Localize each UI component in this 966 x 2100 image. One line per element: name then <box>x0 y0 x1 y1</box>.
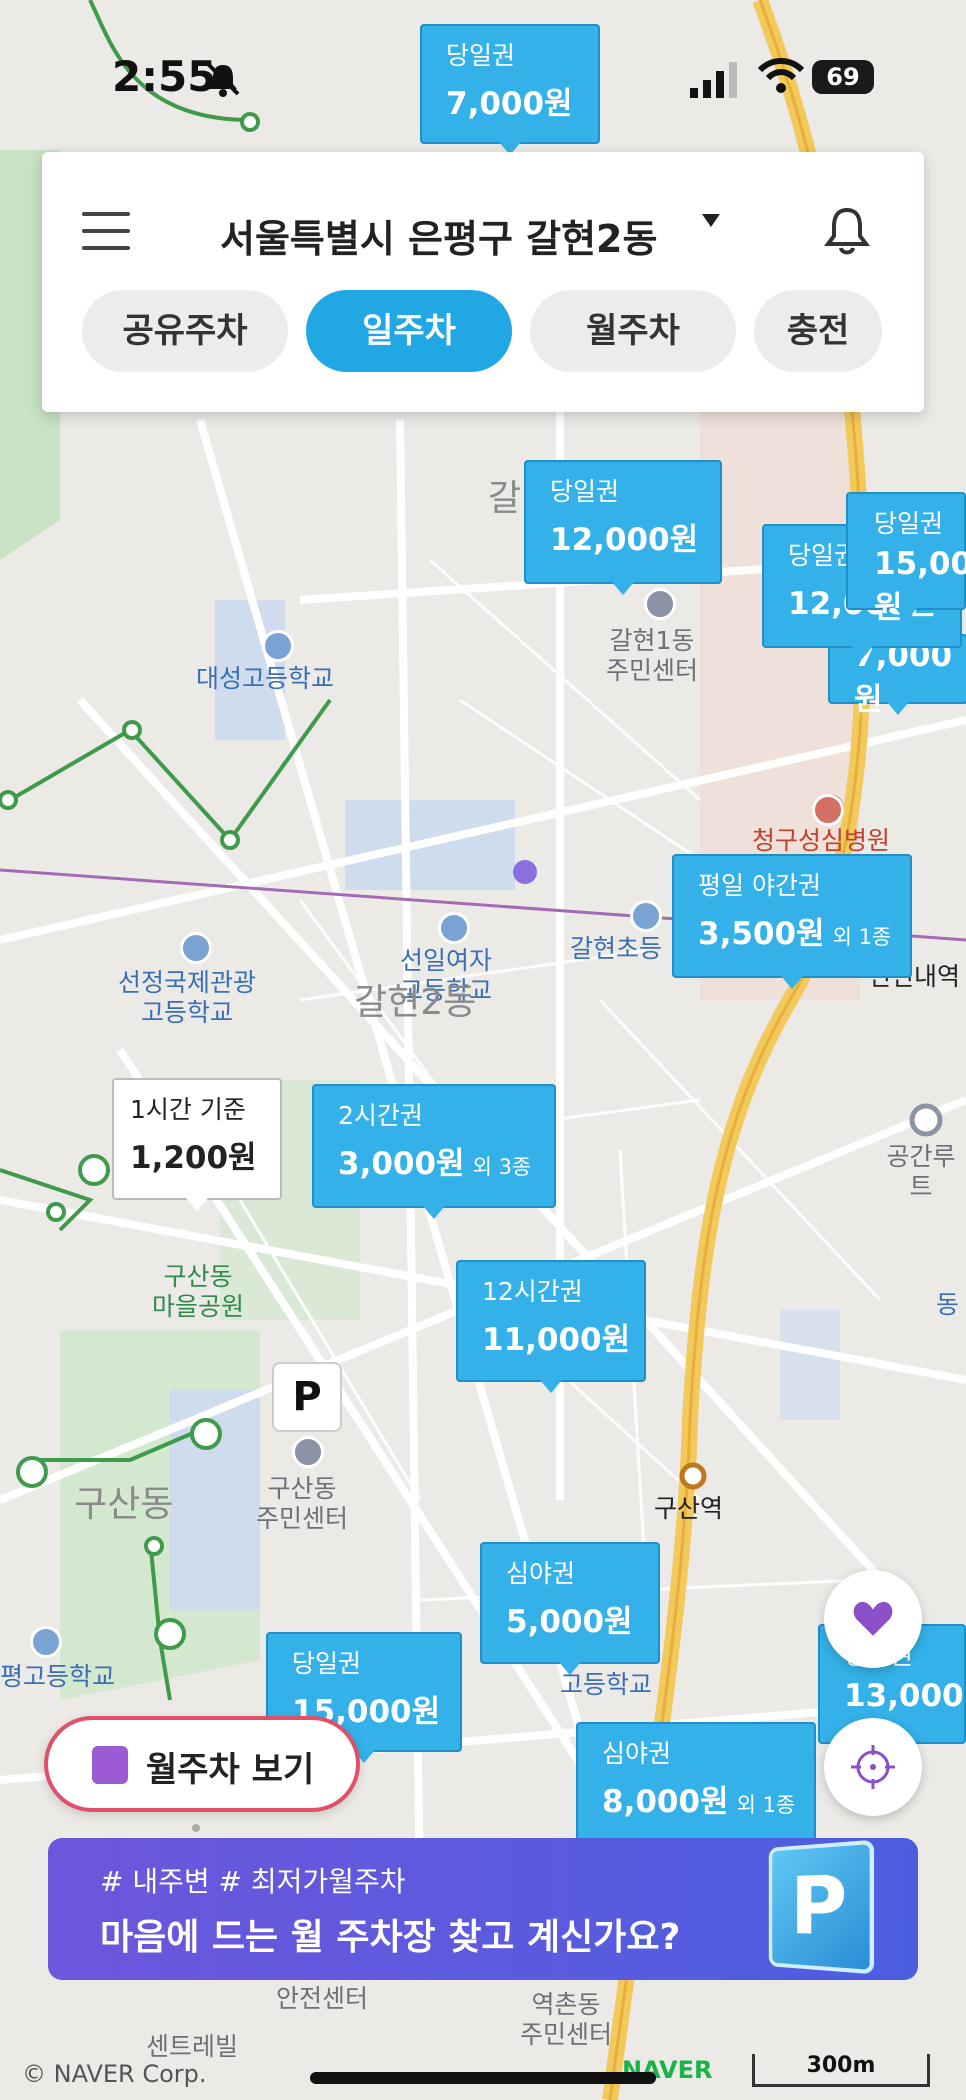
price-marker[interactable]: 12시간권 11,000원 <box>456 1260 646 1393</box>
school-icon <box>30 1626 62 1658</box>
price-marker[interactable]: 1시간 기준 1,200원 <box>112 1078 282 1211</box>
marker-price: 15,000원 <box>874 546 966 626</box>
price-marker[interactable]: 2시간권 3,000원 외 3종 <box>312 1084 556 1219</box>
map-label-yeokchon-center: 역촌동 주민센터 <box>520 1990 613 2049</box>
location-target-icon <box>851 1745 895 1789</box>
bell-off-icon <box>206 62 240 97</box>
marker-title: 당일권 <box>550 477 620 506</box>
map-label-galhyeon2: 갈현2동 <box>354 982 477 1023</box>
map-label-gusan-park: 구산동 마을공원 <box>152 1262 245 1321</box>
school-icon <box>180 932 212 964</box>
hospital-icon <box>812 794 844 826</box>
marker-price: 12,000원 <box>550 522 699 558</box>
map-label-daeseong: 대성고등학교 <box>196 664 335 693</box>
marker-title: 1시간 기준 <box>130 1095 246 1124</box>
school-icon <box>262 630 294 662</box>
tab-monthly-parking[interactable]: 월주차 <box>530 290 736 372</box>
marker-price: 11,000원 <box>482 1322 631 1358</box>
map-label-central: 센트레빌 <box>146 2032 239 2061</box>
marker-title: 심야권 <box>602 1739 672 1768</box>
marker-title: 2시간권 <box>338 1101 423 1130</box>
banner-headline: 마음에 드는 월 주차장 찾고 계신가요? <box>100 1917 681 1958</box>
school-icon <box>438 912 470 944</box>
map-label-dong-right: 동 <box>936 1290 960 1319</box>
map-label-galhyeon1-center: 갈현1동 주민센터 <box>606 626 699 685</box>
wifi-icon <box>758 58 804 93</box>
marker-price: 7,000원 <box>446 86 573 122</box>
tab-shared-parking[interactable]: 공유주차 <box>82 290 288 372</box>
price-marker[interactable]: 심야권 8,000원 외 1종 <box>576 1722 816 1855</box>
calendar-icon <box>92 1746 128 1784</box>
map-label-gusan-center: 구산동 주민센터 <box>256 1474 349 1533</box>
marker-title: 12시간권 <box>482 1277 583 1306</box>
battery-indicator: 69 <box>812 60 874 94</box>
community-center-icon <box>292 1436 324 1468</box>
menu-icon[interactable] <box>82 212 130 250</box>
price-marker[interactable]: 심야권 5,000원 <box>480 1542 660 1675</box>
price-marker[interactable]: 당일권 12,000원 <box>524 460 722 595</box>
marker-price: 3,000원 <box>338 1146 465 1182</box>
map-copyright: © NAVER Corp. <box>22 2060 207 2088</box>
tab-charging[interactable]: 충전 <box>754 290 882 372</box>
signal-icon <box>690 62 737 98</box>
price-marker[interactable]: 당일권 15,000원 <box>846 492 966 626</box>
price-marker[interactable]: 당일권 7,000원 <box>420 24 600 155</box>
marker-title: 심야권 <box>506 1559 576 1588</box>
marker-extra: 외 3종 <box>472 1155 532 1179</box>
community-center-icon <box>644 588 676 620</box>
marker-title: 평일 야간권 <box>698 871 821 900</box>
location-selector[interactable]: 서울특별시 은평구 갈현2동 <box>220 208 657 263</box>
map-label-gusan: 구산동 <box>74 1484 174 1525</box>
map-label-cheonggu: 청구성심병원 <box>752 826 891 855</box>
marker-price: 8,000원 <box>602 1784 729 1820</box>
header-card: 서울특별시 은평구 갈현2동 공유주차 일주차 월주차 충전 <box>42 152 924 412</box>
bell-icon[interactable] <box>822 204 872 258</box>
map-label-gal: 갈 <box>488 478 522 519</box>
caret-down-icon[interactable] <box>702 214 720 227</box>
map-label-gusan-station: 구산역 <box>654 1494 724 1523</box>
view-monthly-label: 월주차 보기 <box>146 1750 315 1790</box>
parking-logo: P <box>768 1839 875 1975</box>
map-label-seonjeong: 선정국제관광 고등학교 <box>118 968 257 1027</box>
marker-extra: 외 1종 <box>832 925 892 949</box>
marker-title: 당일권 <box>292 1649 362 1678</box>
banner-tags: # 내주변 # 최저가월주차 <box>100 1865 406 1898</box>
promo-banner[interactable]: # 내주변 # 최저가월주차 마음에 드는 월 주차장 찾고 계신가요? P <box>48 1838 918 1980</box>
map-scale: 300m <box>752 2054 930 2087</box>
home-indicator[interactable] <box>310 2072 656 2084</box>
favorite-button[interactable] <box>824 1570 922 1668</box>
marker-extra: 외 1종 <box>736 1793 796 1817</box>
heart-icon <box>853 1601 893 1636</box>
marker-title: 당일권 <box>446 41 516 70</box>
my-location-button[interactable] <box>824 1718 922 1816</box>
tab-daily-parking[interactable]: 일주차 <box>306 290 512 372</box>
map-label-space-route: 공간루트 <box>886 1142 956 1201</box>
marker-price: 3,500원 <box>698 916 825 952</box>
map-label-pyeong-school: 평고등학교 <box>0 1662 116 1691</box>
price-marker[interactable]: 평일 야간권 3,500원 외 1종 <box>672 854 912 989</box>
map-label-galhyeon-elem: 갈현초등 <box>570 934 663 963</box>
marker-title: 당일권 <box>874 509 944 538</box>
school-icon <box>630 900 662 932</box>
map-label-safety-center: 안전센터 <box>276 1984 369 2013</box>
marker-price: 1,200원 <box>130 1140 257 1176</box>
view-monthly-button[interactable]: 월주차 보기 <box>44 1716 360 1812</box>
marker-price: 5,000원 <box>506 1604 633 1640</box>
status-time: 2:55 <box>112 52 217 101</box>
parking-pin[interactable]: P <box>272 1362 342 1432</box>
map-view[interactable]: 대성고등학교 갈현1동 주민센터 갈 청구성심병원 선일여자 고등학교 갈현2동… <box>0 0 966 2100</box>
